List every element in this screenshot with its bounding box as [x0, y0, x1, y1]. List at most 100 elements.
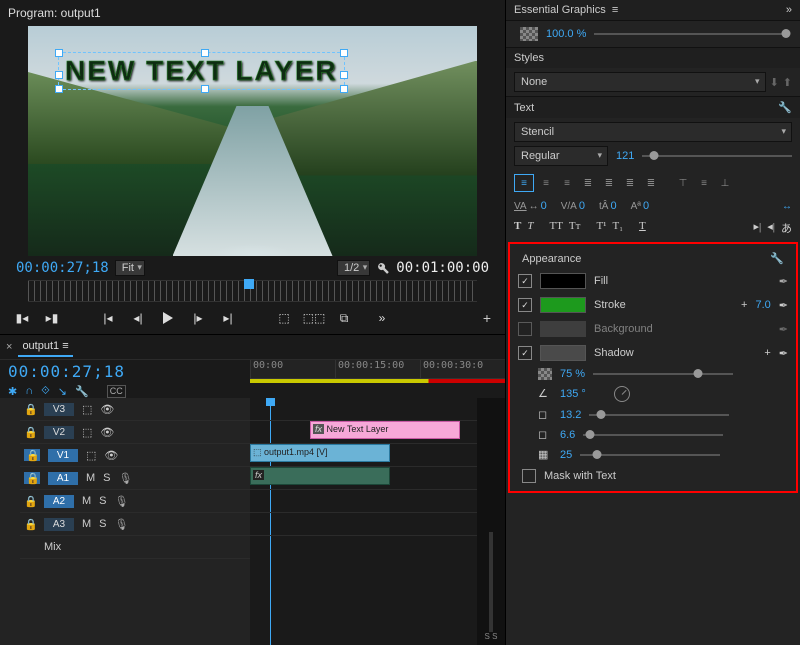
baseline-field[interactable]: Aª 0: [631, 200, 650, 212]
shadow-opacity-slider[interactable]: [593, 373, 733, 375]
stroke-checkbox[interactable]: [518, 298, 532, 312]
clip-text-layer[interactable]: fx New Text Layer: [310, 421, 460, 439]
align-justify-last-center-icon[interactable]: ≣: [621, 175, 639, 191]
go-in-button[interactable]: |◂: [100, 310, 116, 326]
extract-button[interactable]: ⬚⬚: [306, 310, 322, 326]
underline-icon[interactable]: T: [639, 220, 646, 236]
track-a1[interactable]: 🔒A1MS🎙: [20, 467, 250, 490]
step-fwd-button[interactable]: |▸: [190, 310, 206, 326]
mark-in-button[interactable]: ▮◂: [14, 310, 30, 326]
faux-bold-icon[interactable]: T: [514, 220, 521, 236]
fill-swatch[interactable]: [540, 273, 586, 289]
cc-icon[interactable]: CC: [107, 385, 126, 398]
playhead-icon[interactable]: [244, 279, 254, 289]
font-weight-dropdown[interactable]: Regular: [514, 146, 608, 166]
text-wrench-icon[interactable]: 🔧: [778, 101, 792, 114]
font-family-dropdown[interactable]: Stencil: [514, 122, 792, 142]
shadow-checkbox[interactable]: [518, 346, 532, 360]
track-a2[interactable]: 🔒A2MS🎙: [20, 490, 250, 513]
opacity-slider[interactable]: [594, 33, 786, 35]
clip-audio1[interactable]: fx: [250, 467, 390, 485]
font-size-slider[interactable]: [642, 155, 792, 157]
align-justify-icon[interactable]: ≣: [579, 175, 597, 191]
background-eyedropper-icon[interactable]: ✒: [779, 323, 788, 336]
export-frame-button[interactable]: ⧉: [336, 310, 352, 326]
font-size-value[interactable]: 121: [616, 150, 634, 162]
rtl-icon[interactable]: ▸|: [754, 220, 762, 236]
download-style-icon[interactable]: ⬇: [770, 76, 779, 89]
shadow-distance-slider[interactable]: [589, 414, 729, 416]
wrench-icon[interactable]: 🔧: [75, 385, 89, 398]
program-viewer[interactable]: NEW TEXT LAYER: [28, 26, 477, 256]
timeline-tab[interactable]: output1 ≡: [18, 337, 72, 357]
style-dropdown[interactable]: None: [514, 72, 766, 92]
shadow-angle-value[interactable]: 135 °: [560, 388, 586, 400]
link-icon[interactable]: ⟐: [41, 385, 50, 398]
small-caps-icon[interactable]: Tᴛ: [569, 220, 581, 236]
wrench-icon[interactable]: [376, 261, 390, 275]
stroke-swatch[interactable]: [540, 297, 586, 313]
valign-bottom-icon[interactable]: ⊥: [716, 175, 734, 191]
upload-style-icon[interactable]: ⬆: [783, 76, 792, 89]
asian-text-icon[interactable]: あ: [781, 220, 792, 236]
program-ruler[interactable]: [28, 280, 477, 302]
valign-middle-icon[interactable]: ≡: [695, 175, 713, 191]
subscript-icon[interactable]: T₁: [612, 220, 623, 236]
align-left-icon[interactable]: ≡: [514, 174, 534, 192]
mark-out-button[interactable]: ▸▮: [44, 310, 60, 326]
fit-dropdown[interactable]: Fit: [115, 260, 145, 276]
zoom-dropdown[interactable]: 1/2: [337, 260, 370, 276]
kerning-field[interactable]: V/A 0: [561, 200, 585, 212]
reset-metrics-icon[interactable]: ↔: [782, 201, 792, 212]
add-button[interactable]: +: [483, 310, 491, 326]
go-out-button[interactable]: ▸|: [220, 310, 236, 326]
shadow-distance-value[interactable]: 13.2: [560, 409, 581, 421]
ltr-icon[interactable]: ◂|: [767, 220, 775, 236]
appearance-wrench-icon[interactable]: 🔧: [770, 252, 784, 265]
background-swatch[interactable]: [540, 321, 586, 337]
more-icon[interactable]: »: [374, 310, 390, 326]
superscript-icon[interactable]: T¹: [596, 220, 606, 236]
align-justify-last-left-icon[interactable]: ≣: [600, 175, 618, 191]
all-caps-icon[interactable]: TT: [549, 220, 562, 236]
timeline-timecode[interactable]: 00:00:27;18: [8, 362, 125, 381]
shadow-opacity-value[interactable]: 75 %: [560, 368, 585, 380]
current-timecode[interactable]: 00:00:27;18: [16, 260, 109, 276]
clip-video[interactable]: ⬚ output1.mp4 [V]: [250, 444, 390, 462]
step-back-button[interactable]: ◂|: [130, 310, 146, 326]
stroke-width[interactable]: 7.0: [755, 299, 770, 311]
add-stroke-icon[interactable]: +: [741, 299, 747, 311]
text-layer-overlay[interactable]: NEW TEXT LAYER: [58, 52, 345, 90]
leading-field[interactable]: tÂ 0: [599, 200, 617, 212]
timeline-ruler[interactable]: 00:00 00:00:15:00 00:00:30:0: [250, 360, 505, 379]
shadow-size-slider[interactable]: [583, 434, 723, 436]
marker-icon[interactable]: ↘: [58, 385, 67, 398]
track-v3[interactable]: 🔒V3⬚👁: [20, 398, 250, 421]
track-a3[interactable]: 🔒A3MS🎙: [20, 513, 250, 536]
opacity-swatch[interactable]: [520, 27, 538, 41]
play-button[interactable]: [160, 310, 176, 326]
stroke-eyedropper-icon[interactable]: ✒: [779, 299, 788, 312]
valign-top-icon[interactable]: ⊤: [674, 175, 692, 191]
opacity-value[interactable]: 100.0 %: [546, 28, 586, 40]
align-center-icon[interactable]: ≡: [537, 175, 555, 191]
magnet-icon[interactable]: ∩: [25, 385, 33, 398]
align-justify-last-right-icon[interactable]: ≣: [642, 175, 660, 191]
tab-close-icon[interactable]: ×: [6, 341, 12, 353]
lift-button[interactable]: ⬚: [276, 310, 292, 326]
tracking-va-field[interactable]: VA↔ 0: [514, 200, 547, 212]
fill-eyedropper-icon[interactable]: ✒: [779, 275, 788, 288]
shadow-swatch[interactable]: [540, 345, 586, 361]
essential-graphics-header[interactable]: Essential Graphics ≡ »: [506, 0, 800, 21]
background-checkbox[interactable]: [518, 322, 532, 336]
mask-checkbox[interactable]: [522, 469, 536, 483]
add-shadow-icon[interactable]: +: [764, 347, 770, 359]
track-mix[interactable]: Mix: [20, 536, 250, 559]
shadow-blur-value[interactable]: 25: [560, 449, 572, 461]
track-v2[interactable]: 🔒V2⬚👁: [20, 421, 250, 444]
shadow-blur-slider[interactable]: [580, 454, 720, 456]
track-v1[interactable]: 🔒V1⬚👁: [20, 444, 250, 467]
fill-checkbox[interactable]: [518, 274, 532, 288]
angle-dial-icon[interactable]: [614, 386, 630, 402]
shadow-size-value[interactable]: 6.6: [560, 429, 575, 441]
